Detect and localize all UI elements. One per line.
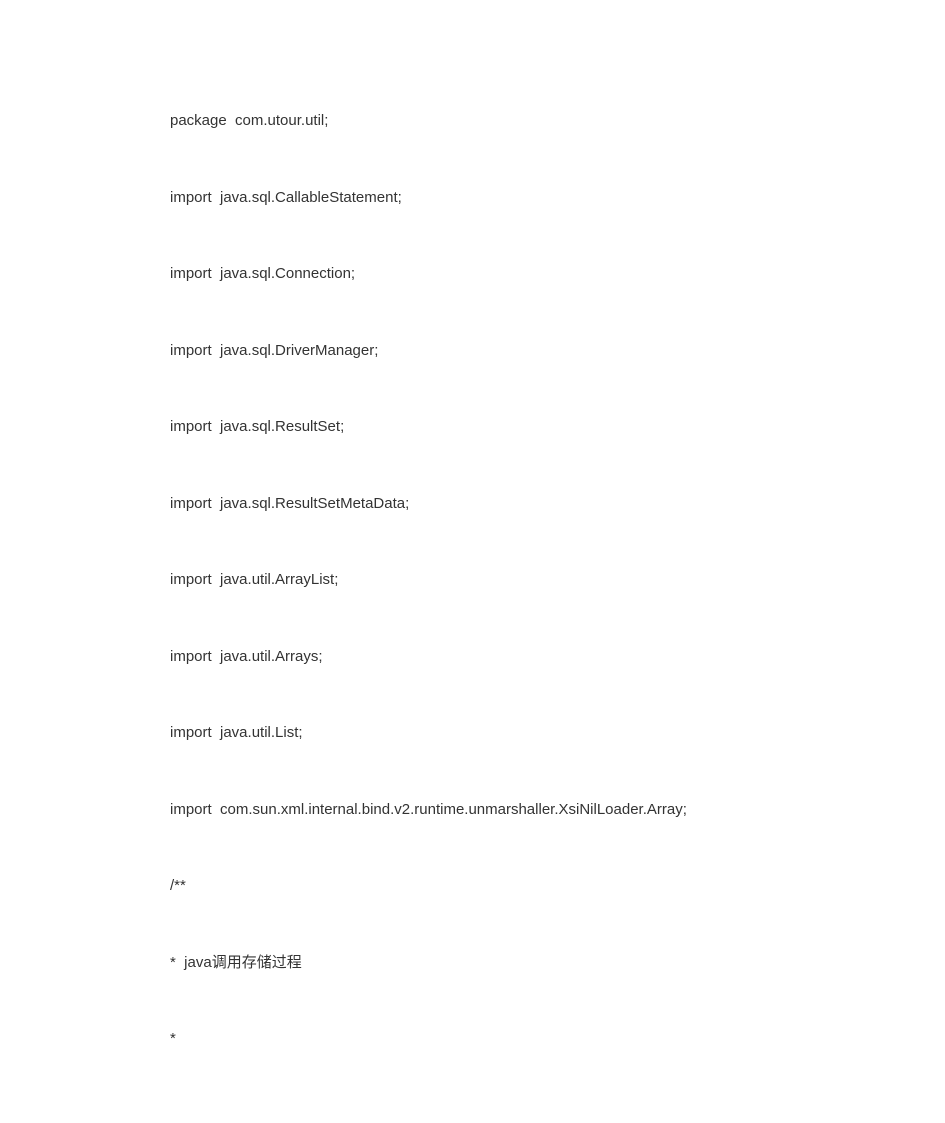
code-line: import java.sql.DriverManager;	[170, 340, 775, 363]
code-line: import com.sun.xml.internal.bind.v2.runt…	[170, 799, 775, 822]
code-line: import java.sql.Connection;	[170, 263, 775, 286]
code-document: package com.utour.util; import java.sql.…	[0, 0, 945, 1111]
code-line: import java.util.ArrayList;	[170, 569, 775, 592]
code-line: import java.sql.CallableStatement;	[170, 187, 775, 210]
code-line: *	[170, 1028, 775, 1051]
code-line: /**	[170, 875, 775, 898]
code-line: import java.sql.ResultSetMetaData;	[170, 493, 775, 516]
code-line: import java.util.Arrays;	[170, 646, 775, 669]
code-line: import java.util.List;	[170, 722, 775, 745]
code-line: * java调用存储过程	[170, 952, 775, 975]
code-line: package com.utour.util;	[170, 110, 775, 133]
code-line: import java.sql.ResultSet;	[170, 416, 775, 439]
